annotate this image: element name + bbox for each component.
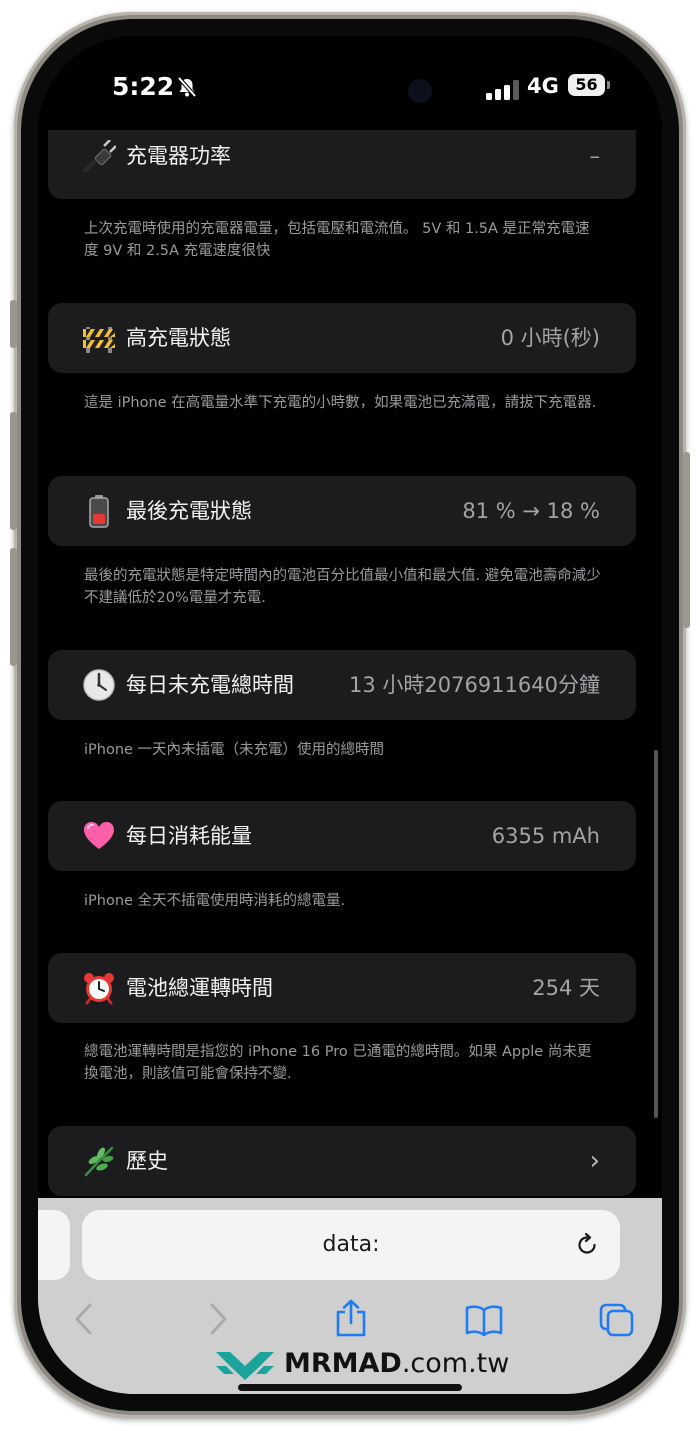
- alarm-clock-icon: [84, 973, 114, 1005]
- card-description: iPhone 一天內未插電（未充電）使用的總時間: [84, 742, 385, 758]
- card-daily-consumption: 每日消耗能量 6355 mAh: [48, 801, 636, 871]
- card-description: iPhone 全天不插電使用時消耗的總電量.: [84, 893, 346, 909]
- silent-bell-icon: [177, 76, 197, 98]
- construction-barrier-icon: [83, 327, 115, 353]
- card-value: 6355 mAh: [491, 824, 600, 848]
- card-value: 0 小時(秒): [500, 326, 600, 350]
- watermark-text: MRMAD.com.tw: [284, 1348, 509, 1379]
- status-bar: 5:22 4G 56: [38, 36, 662, 136]
- card-title: 每日消耗能量: [126, 824, 252, 848]
- history-title: 歷史: [126, 1149, 168, 1173]
- card-charger-power: 充電器功率 –: [48, 130, 636, 199]
- card-description: 最後的充電狀態是特定時間內的電池百分比值最小值和最大值. 避免電池壽命減少不建議…: [84, 568, 601, 606]
- watermark-domain: .com.tw: [401, 1348, 510, 1379]
- action-button: [10, 300, 17, 348]
- card-daily-unplugged: 每日未充電總時間 13 小時2076911640分鐘: [48, 650, 636, 720]
- bookmarks-icon[interactable]: [464, 1304, 504, 1336]
- status-time: 5:22: [112, 72, 175, 101]
- card-title: 高充電狀態: [126, 326, 231, 350]
- card-title: 電池總運轉時間: [126, 976, 273, 1000]
- low-battery-icon: [89, 495, 109, 528]
- card-description: 總電池運轉時間是指您的 iPhone 16 Pro 已通電的總時間。如果 App…: [84, 1044, 592, 1082]
- side-button: [683, 452, 690, 628]
- card-description: 這是 iPhone 在高電量水準下充電的小時數，如果電池已充滿電，請拔下充電器.: [84, 395, 597, 411]
- home-indicator[interactable]: [238, 1384, 462, 1391]
- chevron-right-icon: ›: [589, 1146, 600, 1176]
- battery-cap: [607, 81, 610, 89]
- volume-down-button: [10, 548, 17, 666]
- history-row[interactable]: 歷史 ›: [48, 1126, 636, 1196]
- tabs-icon[interactable]: [598, 1302, 636, 1338]
- back-icon[interactable]: [72, 1302, 96, 1336]
- card-title: 充電器功率: [126, 144, 231, 168]
- herb-icon: [84, 1146, 114, 1177]
- card-title: 每日未充電總時間: [126, 673, 294, 697]
- watermark-brand: MRMAD: [284, 1348, 402, 1379]
- card-value: 254 天: [532, 976, 600, 1000]
- mrmad-logo-icon: [216, 1352, 274, 1380]
- previous-tab-preview[interactable]: [38, 1210, 70, 1280]
- card-high-charge: 高充電狀態 0 小時(秒): [48, 303, 636, 373]
- reload-icon[interactable]: [574, 1232, 600, 1258]
- scroll-indicator[interactable]: [654, 750, 658, 1118]
- battery-level: 56: [568, 74, 605, 96]
- volume-up-button: [10, 412, 17, 530]
- card-value: –: [589, 144, 601, 168]
- cellular-signal-icon: [486, 80, 519, 100]
- camera-icon: [408, 79, 432, 103]
- card-value: 13 小時2076911640分鐘: [348, 673, 600, 697]
- share-icon[interactable]: [334, 1298, 368, 1338]
- address-text: data:: [322, 1232, 380, 1257]
- card-last-charge: 最後充電狀態 81 % → 18 %: [48, 476, 636, 546]
- card-title: 最後充電狀態: [126, 499, 252, 523]
- card-battery-runtime: 電池總運轉時間 254 天: [48, 953, 636, 1023]
- forward-icon[interactable]: [206, 1302, 230, 1336]
- heart-icon: [84, 822, 114, 849]
- card-value: 81 % → 18 %: [462, 499, 600, 523]
- phone-frame: 5:22 4G 56 充電器功率 – 上次充電時使用的充電器電量，包括電壓和電流…: [10, 12, 690, 1418]
- address-bar[interactable]: data:: [82, 1210, 620, 1280]
- network-type: 4G: [527, 74, 559, 98]
- browser-toolbar: data: MRMAD.com.tw: [38, 1198, 662, 1394]
- card-description: 上次充電時使用的充電器電量，包括電壓和電流值。 5V 和 1.5A 是正常充電速…: [84, 221, 590, 259]
- clock-icon: [83, 669, 115, 701]
- plug-icon: [82, 140, 116, 174]
- screen: 5:22 4G 56 充電器功率 – 上次充電時使用的充電器電量，包括電壓和電流…: [38, 36, 662, 1394]
